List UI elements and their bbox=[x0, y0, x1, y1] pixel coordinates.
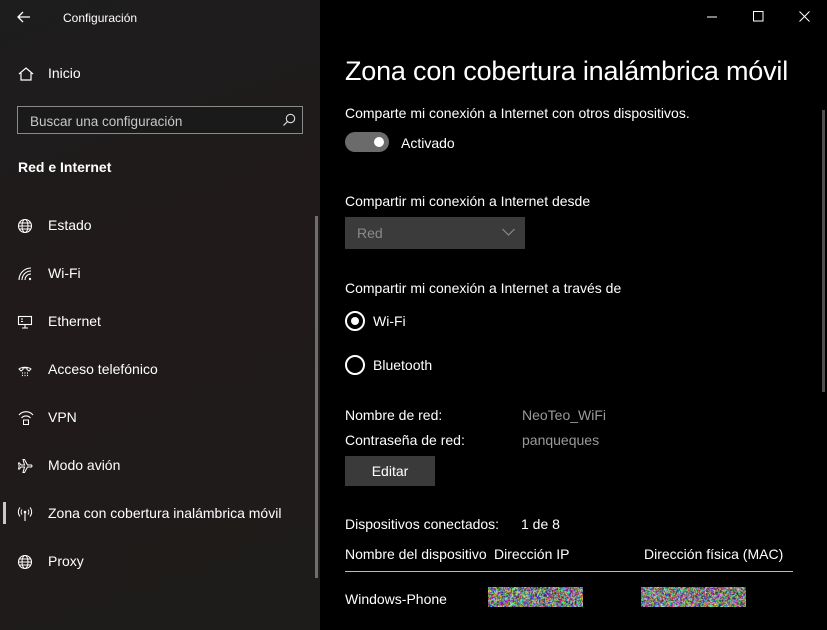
hotspot-toggle[interactable] bbox=[345, 132, 389, 152]
back-button[interactable] bbox=[12, 6, 38, 30]
connected-devices-label: Dispositivos conectados: bbox=[345, 516, 500, 532]
dialup-icon bbox=[17, 362, 35, 378]
share-from-label: Compartir mi conexión a Internet desde bbox=[345, 193, 591, 209]
sidebar-item-label: Zona con cobertura inalámbrica móvil bbox=[48, 505, 282, 521]
sidebar-item-modo-avion[interactable]: Modo avión bbox=[0, 446, 318, 486]
sidebar-item-wifi[interactable]: Wi-Fi bbox=[0, 254, 318, 294]
minimize-button[interactable] bbox=[689, 0, 735, 34]
airplane-icon bbox=[17, 458, 35, 474]
sidebar-item-label: Ethernet bbox=[48, 313, 101, 329]
vpn-icon bbox=[17, 410, 35, 426]
arrow-left-icon bbox=[17, 11, 30, 23]
globe-icon bbox=[17, 218, 35, 234]
toggle-knob bbox=[374, 137, 384, 147]
ethernet-icon bbox=[17, 314, 35, 330]
section-title: Red e Internet bbox=[18, 159, 112, 175]
toggle-state-label: Activado bbox=[401, 135, 455, 151]
sidebar: Configuración Inicio Red e Internet E bbox=[0, 0, 320, 630]
app-title: Configuración bbox=[63, 11, 138, 25]
network-name-label: Nombre de red: bbox=[345, 407, 443, 423]
main-scrollbar[interactable] bbox=[822, 110, 825, 392]
sidebar-item-label: Inicio bbox=[48, 65, 81, 81]
sidebar-item-label: Acceso telefónico bbox=[48, 361, 158, 377]
search-box[interactable] bbox=[17, 106, 303, 135]
edit-button[interactable]: Editar bbox=[345, 456, 435, 486]
globe-icon bbox=[17, 554, 35, 570]
radio-bluetooth-label[interactable]: Bluetooth bbox=[373, 357, 432, 373]
mac-address-censored bbox=[641, 587, 746, 607]
sidebar-item-label: Estado bbox=[48, 217, 92, 233]
password-value: panqueques bbox=[522, 432, 600, 448]
search-input[interactable] bbox=[28, 107, 282, 135]
chevron-down-icon bbox=[502, 228, 515, 236]
sidebar-item-home[interactable]: Inicio bbox=[0, 54, 318, 94]
radio-bluetooth[interactable] bbox=[345, 355, 365, 375]
sidebar-item-label: Wi-Fi bbox=[48, 265, 81, 281]
radio-wifi-label[interactable]: Wi-Fi bbox=[373, 313, 406, 329]
search-icon[interactable] bbox=[282, 113, 296, 127]
dropdown-value: Red bbox=[357, 225, 383, 241]
column-header-device: Nombre del dispositivo bbox=[345, 546, 487, 562]
table-divider bbox=[345, 571, 793, 572]
sidebar-item-acceso-telefonico[interactable]: Acceso telefónico bbox=[0, 350, 318, 390]
sidebar-item-label: Modo avión bbox=[48, 457, 121, 473]
wifi-icon bbox=[17, 266, 35, 282]
page-title: Zona con cobertura inalámbrica móvil bbox=[345, 56, 789, 86]
sidebar-item-proxy[interactable]: Proxy bbox=[0, 542, 318, 582]
sidebar-item-vpn[interactable]: VPN bbox=[0, 398, 318, 438]
close-icon bbox=[799, 11, 810, 22]
main-content: Zona con cobertura inalámbrica móvil Com… bbox=[320, 0, 827, 630]
column-header-mac: Dirección física (MAC) bbox=[644, 546, 784, 562]
radio-wifi[interactable] bbox=[345, 311, 365, 331]
close-button[interactable] bbox=[781, 0, 827, 34]
sidebar-item-ethernet[interactable]: Ethernet bbox=[0, 302, 318, 342]
hotspot-icon bbox=[17, 506, 35, 522]
sidebar-item-label: Proxy bbox=[48, 553, 84, 569]
password-label: Contraseña de red: bbox=[345, 432, 465, 448]
home-icon bbox=[17, 66, 35, 82]
device-name-cell: Windows-Phone bbox=[345, 591, 447, 607]
maximize-button[interactable] bbox=[735, 0, 781, 34]
share-via-label: Compartir mi conexión a Internet a travé… bbox=[345, 280, 622, 296]
share-from-dropdown[interactable]: Red bbox=[345, 217, 525, 249]
column-header-ip: Dirección IP bbox=[494, 546, 570, 562]
sidebar-item-label: VPN bbox=[48, 409, 77, 425]
network-name-value: NeoTeo_WiFi bbox=[522, 407, 607, 423]
sidebar-scrollbar[interactable] bbox=[315, 216, 318, 578]
radio-dot bbox=[351, 317, 359, 325]
connected-devices-count: 1 de 8 bbox=[521, 516, 560, 532]
minimize-icon bbox=[707, 16, 717, 18]
ip-address-censored bbox=[488, 587, 583, 607]
sidebar-item-zona-cobertura[interactable]: Zona con cobertura inalámbrica móvil bbox=[0, 494, 318, 534]
sidebar-item-estado[interactable]: Estado bbox=[0, 206, 318, 246]
maximize-icon bbox=[753, 11, 764, 22]
share-description: Comparte mi conexión a Internet con otro… bbox=[345, 105, 690, 121]
